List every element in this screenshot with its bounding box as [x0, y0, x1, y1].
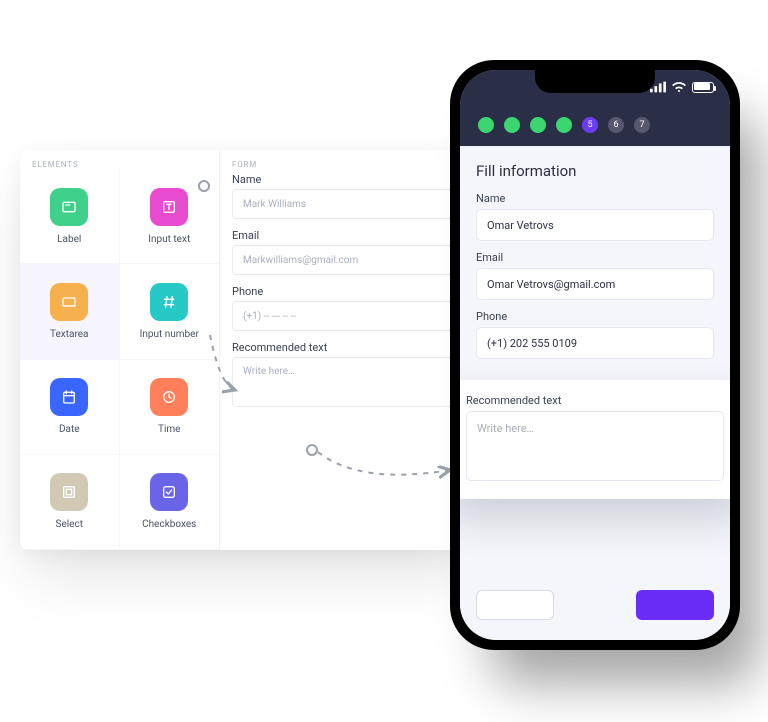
- step-7[interactable]: 7: [634, 117, 650, 133]
- next-button[interactable]: [636, 590, 714, 620]
- email-input[interactable]: Markwilliams@gmail.com: [232, 245, 468, 275]
- form-preview: FORM × Name Mark Williams Email Markwill…: [220, 150, 480, 550]
- phone-field-email: Email Omar Vetrovs@gmail.com: [476, 251, 714, 300]
- field-name: Name Mark Williams: [232, 173, 468, 219]
- field-label: Email: [476, 251, 714, 264]
- recommended-text-card: Recommended text Write here…: [460, 380, 730, 499]
- label-icon: [50, 188, 88, 226]
- phone-input[interactable]: (+1) -- --- -- --: [232, 301, 468, 331]
- footer-buttons: [476, 590, 714, 620]
- step-done[interactable]: [530, 117, 546, 133]
- battery-icon: [692, 82, 714, 93]
- textarea-icon: [50, 283, 88, 321]
- field-label: Phone: [476, 310, 714, 323]
- palette-item-label: Input text: [148, 234, 190, 245]
- phone-field-name: Name Omar Vetrovs: [476, 192, 714, 241]
- step-done[interactable]: [478, 117, 494, 133]
- recommended-textarea[interactable]: Write here…: [466, 411, 724, 481]
- field-label: Email: [232, 229, 468, 242]
- palette-item-label: Select: [56, 519, 83, 530]
- wifi-icon: [671, 81, 687, 93]
- step-5[interactable]: 5: [582, 117, 598, 133]
- palette-item-number[interactable]: Input number: [120, 264, 220, 359]
- step-6[interactable]: 6: [608, 117, 624, 133]
- phone-mockup: 567 Fill information Name Omar Vetrovs E…: [450, 60, 740, 650]
- phone-number-input[interactable]: (+1) 202 555 0109: [476, 327, 714, 359]
- palette-item-label: Time: [158, 424, 180, 435]
- field-phone: Phone (+1) -- --- -- --: [232, 285, 468, 331]
- step-done[interactable]: [556, 117, 572, 133]
- field-label: Recommended text: [466, 394, 724, 407]
- check-icon: [150, 473, 188, 511]
- palette-item-label: Date: [59, 424, 80, 435]
- palette-item-label: Checkboxes: [142, 519, 196, 530]
- palette-item-check[interactable]: Checkboxes: [120, 455, 220, 550]
- palette-item-label: Input number: [140, 329, 199, 340]
- form-builder-panel: ELEMENTS Label Textarea Date Select Input te…: [20, 150, 480, 550]
- palette-item-label[interactable]: Label: [20, 169, 120, 264]
- recommended-textarea[interactable]: Write here…: [232, 357, 468, 407]
- elements-palette: ELEMENTS Label Textarea Date Select Input te…: [20, 150, 220, 550]
- name-input[interactable]: Mark Williams: [232, 189, 468, 219]
- field-label: Name: [476, 192, 714, 205]
- phone-field-phone: Phone (+1) 202 555 0109: [476, 310, 714, 359]
- email-input[interactable]: Omar Vetrovs@gmail.com: [476, 268, 714, 300]
- form-heading: FORM: [220, 150, 480, 169]
- palette-item-label: Textarea: [50, 329, 89, 340]
- drag-handle-icon[interactable]: [198, 180, 210, 192]
- name-input[interactable]: Omar Vetrovs: [476, 209, 714, 241]
- field-email: Email Markwilliams@gmail.com: [232, 229, 468, 275]
- step-done[interactable]: [504, 117, 520, 133]
- phone-screen: 567 Fill information Name Omar Vetrovs E…: [460, 70, 730, 640]
- date-icon: [50, 378, 88, 416]
- back-button[interactable]: [476, 590, 554, 620]
- palette-item-label: Label: [57, 234, 81, 245]
- palette-item-date[interactable]: Date: [20, 360, 120, 455]
- select-icon: [50, 473, 88, 511]
- palette-item-time[interactable]: Time: [120, 360, 220, 455]
- palette-item-select[interactable]: Select: [20, 455, 120, 550]
- elements-heading: ELEMENTS: [20, 150, 219, 169]
- palette-item-textarea[interactable]: Textarea: [20, 264, 120, 359]
- time-icon: [150, 378, 188, 416]
- screen-title: Fill information: [476, 162, 714, 180]
- text-icon: [150, 188, 188, 226]
- field-label: Phone: [232, 285, 468, 298]
- progress-steps: 567: [460, 104, 730, 146]
- field-label: Recommended text: [232, 341, 468, 354]
- field-label: Name: [232, 173, 468, 186]
- phone-notch: [535, 69, 655, 93]
- field-recommended-text: Recommended text Write here…: [232, 341, 468, 407]
- number-icon: [150, 283, 188, 321]
